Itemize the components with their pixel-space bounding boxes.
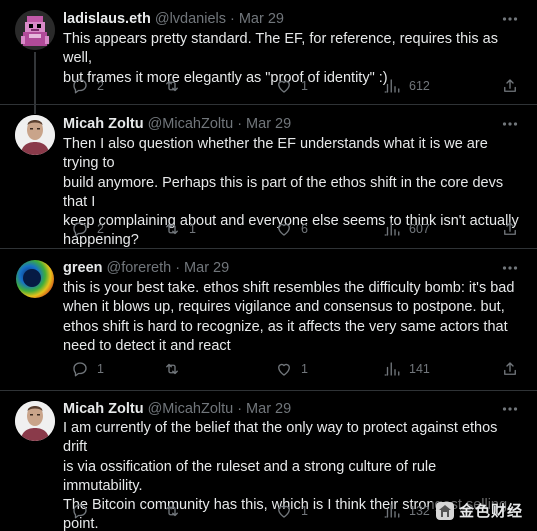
share-icon	[504, 222, 516, 235]
author-name[interactable]: Micah Zoltu	[63, 401, 144, 417]
tweet-actions: 2 1 6 607	[63, 218, 521, 240]
share-icon	[504, 362, 516, 375]
avatar[interactable]	[15, 115, 55, 155]
author-handle[interactable]: @MicahZoltu	[148, 401, 234, 417]
avatar[interactable]	[15, 10, 55, 50]
reply-icon	[73, 362, 87, 377]
views-button[interactable]: 612	[383, 75, 430, 97]
view-count: 132	[409, 504, 430, 518]
reply-button[interactable]	[71, 500, 97, 522]
tweet[interactable]: green @forereth · Mar 29 this is your be…	[0, 249, 537, 390]
jinse-logo-icon	[435, 501, 454, 520]
tweet-text: this is your best take. ethos shift rese…	[63, 280, 515, 354]
watermark: 金色财经	[431, 498, 527, 523]
retweet-icon	[166, 363, 178, 375]
views-button[interactable]: 132	[383, 500, 430, 522]
analytics-icon	[384, 362, 400, 376]
author-handle[interactable]: @MicahZoltu	[148, 116, 234, 132]
more-options-icon[interactable]	[499, 257, 521, 279]
reply-icon	[73, 222, 87, 237]
tweet-header: Micah Zoltu @MicahZoltu · Mar 29	[63, 113, 521, 135]
views-button[interactable]: 607	[383, 218, 430, 240]
tweet-date[interactable]: Mar 29	[246, 401, 291, 417]
author-name[interactable]: green	[63, 260, 103, 276]
separator: ·	[175, 260, 181, 276]
like-count: 1	[301, 362, 308, 376]
reply-button[interactable]: 2	[71, 75, 104, 97]
watermark-text: 金色财经	[458, 503, 523, 520]
like-button[interactable]: 1	[275, 358, 308, 380]
tweet[interactable]: Micah Zoltu @MicahZoltu · Mar 29 Then I …	[0, 105, 537, 248]
like-count: 1	[301, 79, 308, 93]
retweet-count: 1	[189, 222, 196, 236]
author-name[interactable]: Micah Zoltu	[63, 116, 144, 132]
tweet-header: green @forereth · Mar 29	[63, 257, 521, 279]
retweet-icon	[166, 223, 178, 235]
tweet-header: ladislaus.eth @lvdaniels · Mar 29	[63, 8, 521, 30]
like-count: 6	[301, 222, 308, 236]
avatar[interactable]	[15, 259, 55, 299]
tweet-date[interactable]: Mar 29	[239, 11, 284, 27]
share-button[interactable]	[501, 218, 519, 240]
retweet-button[interactable]	[163, 75, 189, 97]
like-button[interactable]: 1	[275, 75, 308, 97]
tweet[interactable]: ladislaus.eth @lvdaniels · Mar 29 This a…	[0, 0, 537, 104]
heart-icon	[278, 505, 290, 518]
view-count: 612	[409, 79, 430, 93]
reply-icon	[73, 504, 87, 519]
orb-avatar-icon	[15, 259, 55, 299]
tweet-date[interactable]: Mar 29	[184, 260, 229, 276]
reply-count: 2	[97, 79, 104, 93]
view-count: 607	[409, 222, 430, 236]
portrait-avatar-icon	[15, 115, 55, 155]
heart-icon	[278, 80, 290, 93]
heart-icon	[278, 223, 290, 236]
retweet-button[interactable]	[163, 500, 189, 522]
more-options-icon[interactable]	[499, 113, 521, 135]
separator: ·	[229, 11, 235, 27]
analytics-icon	[384, 222, 400, 236]
more-options-icon[interactable]	[499, 8, 521, 30]
share-icon	[504, 79, 516, 92]
separator: ·	[237, 116, 243, 132]
reply-button[interactable]: 2	[71, 218, 104, 240]
author-handle[interactable]: @lvdaniels	[155, 11, 226, 27]
retweet-icon	[166, 80, 178, 92]
like-button[interactable]: 6	[275, 218, 308, 240]
reply-icon	[73, 79, 87, 94]
like-count: 1	[301, 504, 308, 518]
view-count: 141	[409, 362, 430, 376]
author-handle[interactable]: @forereth	[107, 260, 172, 276]
separator: ·	[237, 401, 243, 417]
views-button[interactable]: 141	[383, 358, 430, 380]
tweet-header: Micah Zoltu @MicahZoltu · Mar 29	[63, 398, 521, 420]
analytics-icon	[384, 79, 400, 93]
tweet-thread: ladislaus.eth @lvdaniels · Mar 29 This a…	[0, 0, 537, 531]
tweet-date[interactable]: Mar 29	[246, 116, 291, 132]
tweet-actions: 2 1 612	[63, 75, 521, 97]
portrait-avatar-icon	[15, 401, 55, 441]
share-button[interactable]	[501, 358, 519, 380]
tweet-actions: 1 1 141	[63, 358, 521, 380]
reply-button[interactable]: 1	[71, 358, 104, 380]
pixel-art-avatar-icon	[15, 10, 55, 50]
like-button[interactable]: 1	[275, 500, 308, 522]
reply-count: 1	[97, 362, 104, 376]
retweet-button[interactable]	[163, 358, 189, 380]
retweet-button[interactable]: 1	[163, 218, 196, 240]
share-button[interactable]	[501, 75, 519, 97]
reply-count: 2	[97, 222, 104, 236]
avatar[interactable]	[15, 401, 55, 441]
analytics-icon	[384, 504, 400, 518]
more-options-icon[interactable]	[499, 398, 521, 420]
author-name[interactable]: ladislaus.eth	[63, 11, 151, 27]
heart-icon	[278, 363, 290, 376]
retweet-icon	[166, 505, 178, 517]
